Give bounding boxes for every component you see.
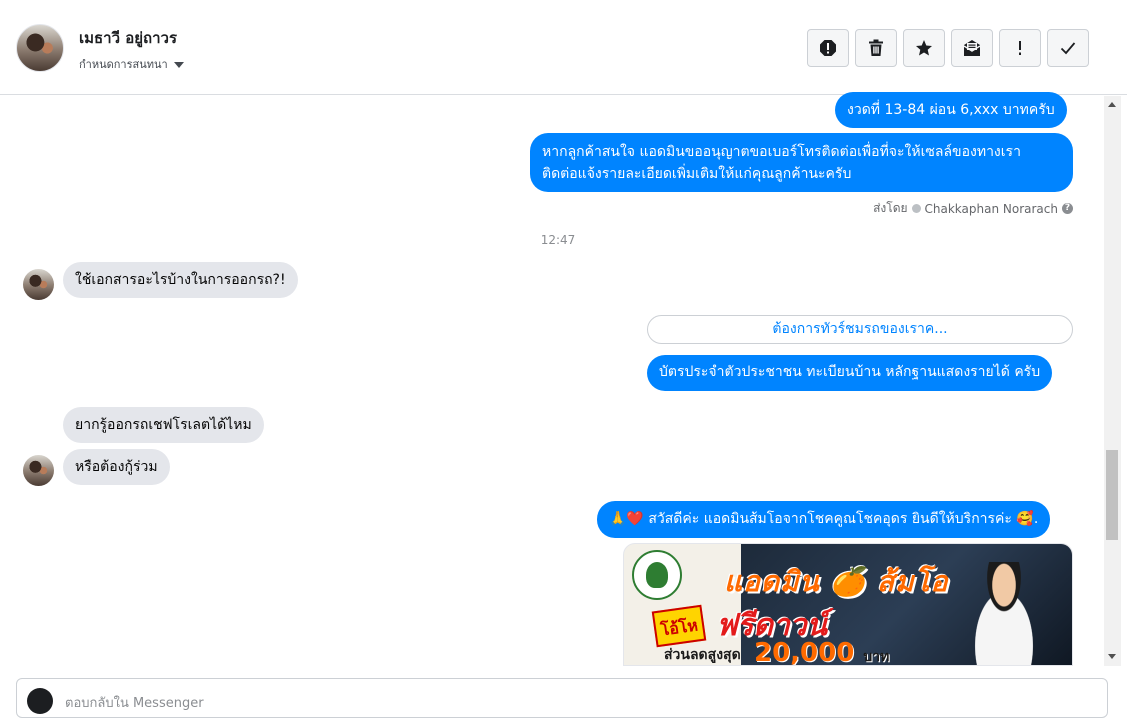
promo-image-attachment[interactable]: แอดมิน 🍊 ส้มโอ โอ้โห ฟรีดาวน์ ส่วนลดสูงส… — [623, 543, 1073, 666]
scroll-up-arrow-icon[interactable] — [1108, 102, 1116, 107]
sent-by-name[interactable]: Chakkaphan Norarach — [925, 202, 1058, 216]
help-icon[interactable]: ? — [1062, 203, 1073, 214]
promo-burst: โอ้โห — [651, 604, 707, 648]
message-timestamp: 12:47 — [540, 233, 576, 247]
assign-conversation-dropdown[interactable]: กำหนดการสนทนา — [79, 55, 184, 73]
message-text: บัตรประจำตัวประชาชน ทะเบียนบ้าน หลักฐานแ… — [659, 364, 1041, 380]
conversation-header: เมธาวี อยู่ถาวร กำหนดการสนทนา — [0, 0, 1127, 95]
check-icon — [1060, 42, 1076, 55]
page-badge-icon — [911, 204, 921, 213]
message-text: ใช้เอกสารอะไรบ้างในการออกรถ?! — [75, 272, 286, 288]
incoming-message-documents-question[interactable]: ใช้เอกสารอะไรบ้างในการออกรถ?! — [63, 262, 298, 298]
promo-discount-label: ส่วนลดสูงสุด — [664, 647, 741, 663]
star-icon — [916, 40, 932, 56]
exclamation-icon — [1019, 41, 1021, 55]
message-text: หรือต้องกู้ร่วม — [75, 459, 158, 475]
promo-amount-value: 20,000 — [754, 638, 855, 666]
dealer-logo — [632, 550, 682, 600]
quick-reply-tour-button[interactable]: ต้องการทัวร์ชมรถของเราค... — [647, 315, 1073, 344]
assign-conversation-label: กำหนดการสนทนา — [79, 58, 168, 71]
scrollbar-thumb[interactable] — [1106, 450, 1118, 540]
promo-admin-photo — [959, 562, 1049, 665]
contact-name[interactable]: เมธาวี อยู่ถาวร — [79, 26, 177, 50]
message-text: ยากรู้ออกรถเชฟโรเลตได้ไหม — [75, 417, 252, 433]
sender-avatar[interactable] — [23, 269, 54, 300]
mark-important-button[interactable] — [999, 29, 1041, 67]
outgoing-message-documents-answer[interactable]: บัตรประจำตัวประชาชน ทะเบียนบ้าน หลักฐานแ… — [647, 355, 1053, 391]
outgoing-message-contact-request[interactable]: หากลูกค้าสนใจ แอดมินขออนุญาตขอเบอร์โทรติ… — [530, 133, 1073, 192]
promo-amount: 20,000 บาท — [754, 638, 890, 666]
promo-amount-unit: บาท — [863, 649, 890, 665]
mark-unread-button[interactable] — [951, 29, 993, 67]
message-text: 🙏❤️ สวัสดีค่ะ แอดมินส้มโอจากโชคคูณโชคอุด… — [609, 511, 1039, 527]
promo-title: แอดมิน 🍊 ส้มโอ — [724, 565, 949, 598]
outgoing-message-greeting[interactable]: 🙏❤️ สวัสดีค่ะ แอดมินส้มโอจากโชคคูณโชคอุด… — [597, 501, 1051, 538]
incoming-message-cosigner-question[interactable]: หรือต้องกู้ร่วม — [63, 449, 170, 485]
message-text-line-2: ติดต่อแจ้งรายละเอียดเพิ่มเติมให้แก่คุณลู… — [542, 166, 852, 182]
incoming-message-chevrolet-question[interactable]: ยากรู้ออกรถเชฟโรเลตได้ไหม — [63, 407, 264, 443]
outgoing-message-installment[interactable]: งวดที่ 13-84 ผ่อน 6,xxx บาทครับ — [835, 92, 1067, 128]
reply-composer[interactable]: ตอบกลับใน Messenger — [16, 678, 1108, 718]
sent-by-prefix: ส่งโดย — [873, 201, 908, 215]
reply-input[interactable]: ตอบกลับใน Messenger — [65, 692, 204, 713]
message-text: งวดที่ 13-84 ผ่อน 6,xxx บาทครับ — [847, 102, 1055, 118]
thread-scrollbar[interactable] — [1104, 96, 1121, 666]
star-button[interactable] — [903, 29, 945, 67]
delete-button[interactable] — [855, 29, 897, 67]
contact-avatar[interactable] — [16, 24, 64, 72]
page-avatar — [27, 688, 53, 714]
mark-unread-icon — [963, 40, 981, 56]
sent-by-info: ส่งโดย Chakkaphan Norarach ? — [873, 199, 1073, 218]
report-button[interactable] — [807, 29, 849, 67]
header-actions — [807, 29, 1089, 67]
message-text-line-1: หากลูกค้าสนใจ แอดมินขออนุญาตขอเบอร์โทรติ… — [542, 144, 1021, 160]
caret-down-icon — [173, 61, 184, 68]
report-icon — [820, 40, 836, 56]
scroll-down-arrow-icon[interactable] — [1108, 654, 1116, 659]
trash-icon — [869, 39, 883, 56]
mark-done-button[interactable] — [1047, 29, 1089, 67]
sender-avatar[interactable] — [23, 455, 54, 486]
